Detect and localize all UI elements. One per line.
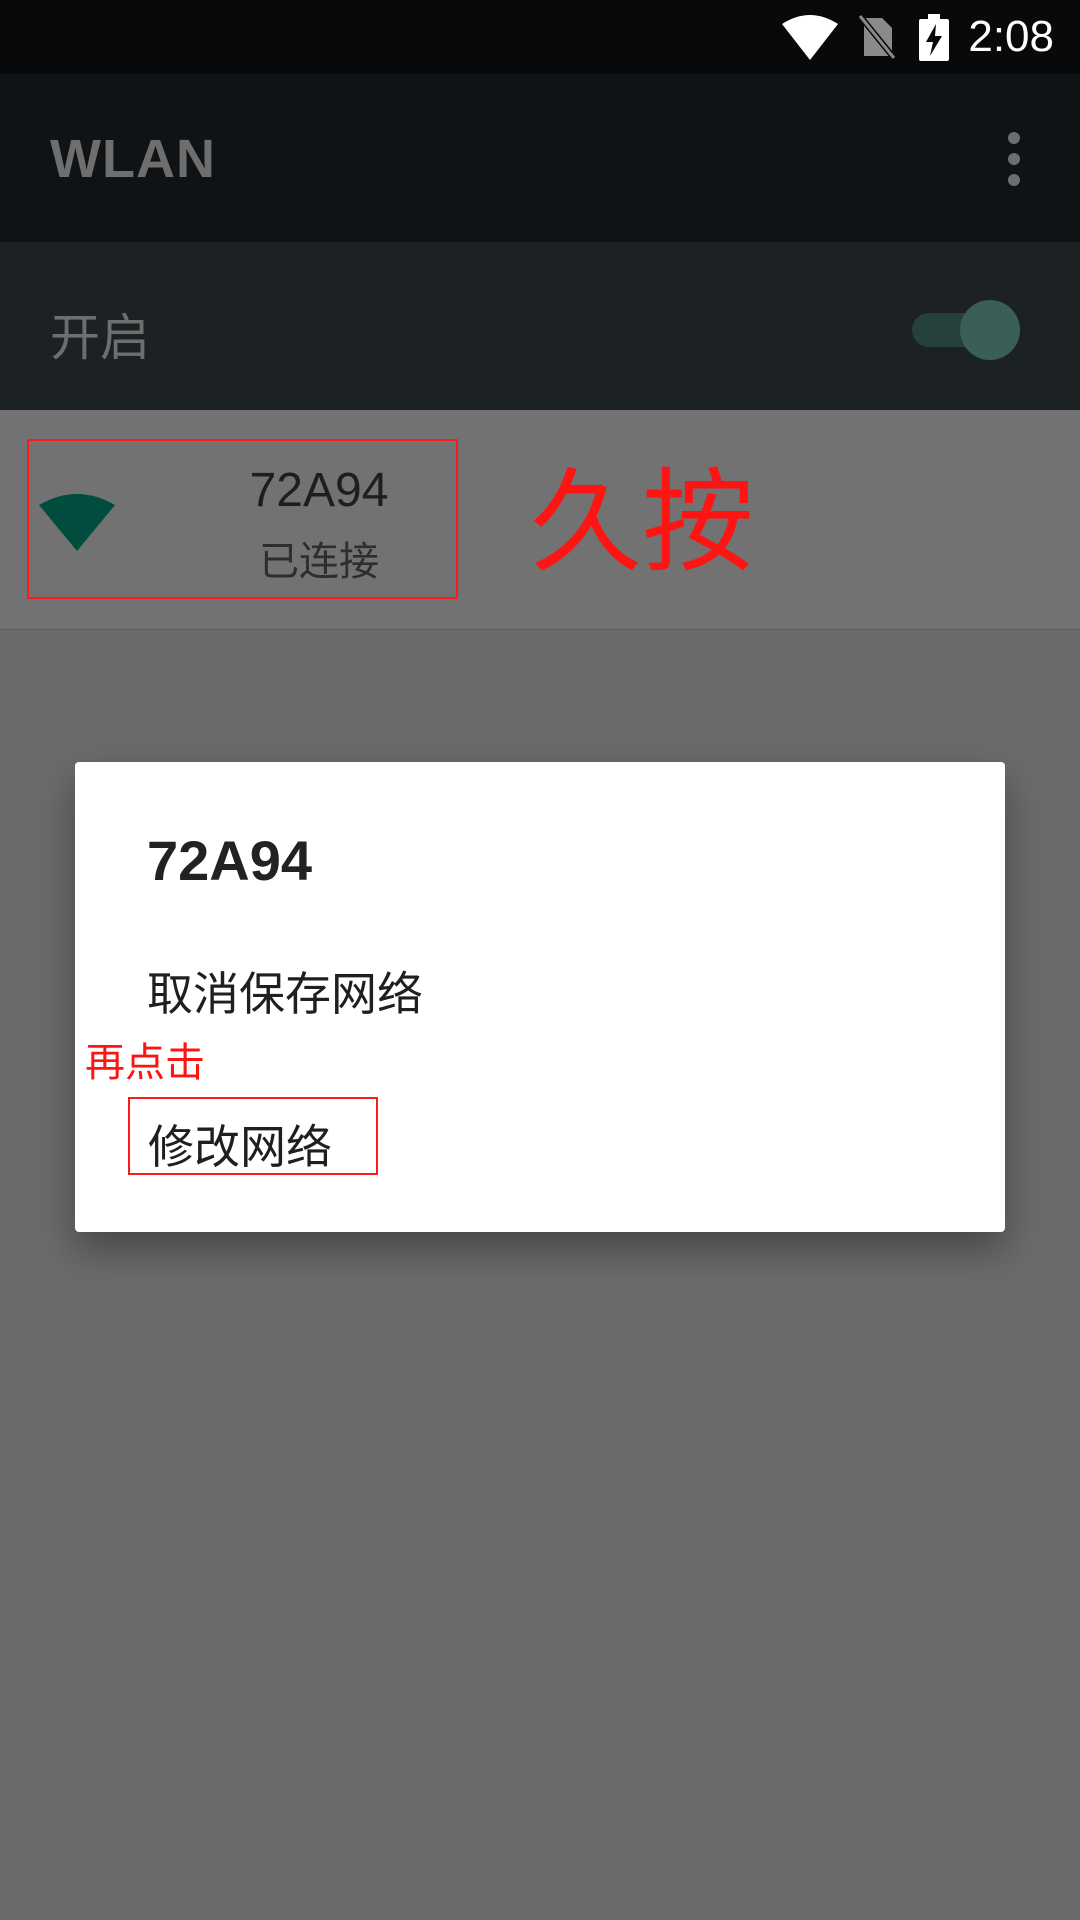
wlan-switch-row[interactable]: 开启 [0, 242, 1080, 410]
status-bar: 2:08 [0, 0, 1080, 74]
network-status: 已连接 [259, 539, 379, 585]
forget-network-option[interactable]: 取消保存网络 [147, 958, 423, 1024]
modify-network-option[interactable]: 修改网络 [148, 1111, 332, 1177]
wlan-toggle[interactable] [912, 300, 1022, 360]
annotation-long-press: 久按 [530, 458, 754, 588]
wlan-switch-label: 开启 [50, 309, 150, 367]
app-bar: WLAN [0, 74, 1080, 242]
clock: 2:08 [968, 12, 1054, 61]
modify-network-highlight[interactable]: 修改网络 [128, 1097, 378, 1175]
page-title: WLAN [50, 129, 216, 189]
no-sim-icon [856, 14, 897, 64]
battery-charging-icon [918, 14, 950, 66]
wifi-signal-icon [37, 489, 117, 557]
wifi-status-icon [782, 14, 838, 64]
network-item-72a94[interactable]: 72A94 已连接 [27, 439, 458, 599]
network-ssid: 72A94 [249, 464, 389, 517]
dialog-title: 72A94 [147, 829, 313, 892]
toggle-thumb [960, 300, 1020, 360]
network-options-dialog: 72A94 取消保存网络 再点击 修改网络 [75, 762, 1005, 1232]
overflow-menu-icon[interactable] [1000, 132, 1028, 188]
annotation-then-tap: 再点击 [85, 1040, 205, 1086]
